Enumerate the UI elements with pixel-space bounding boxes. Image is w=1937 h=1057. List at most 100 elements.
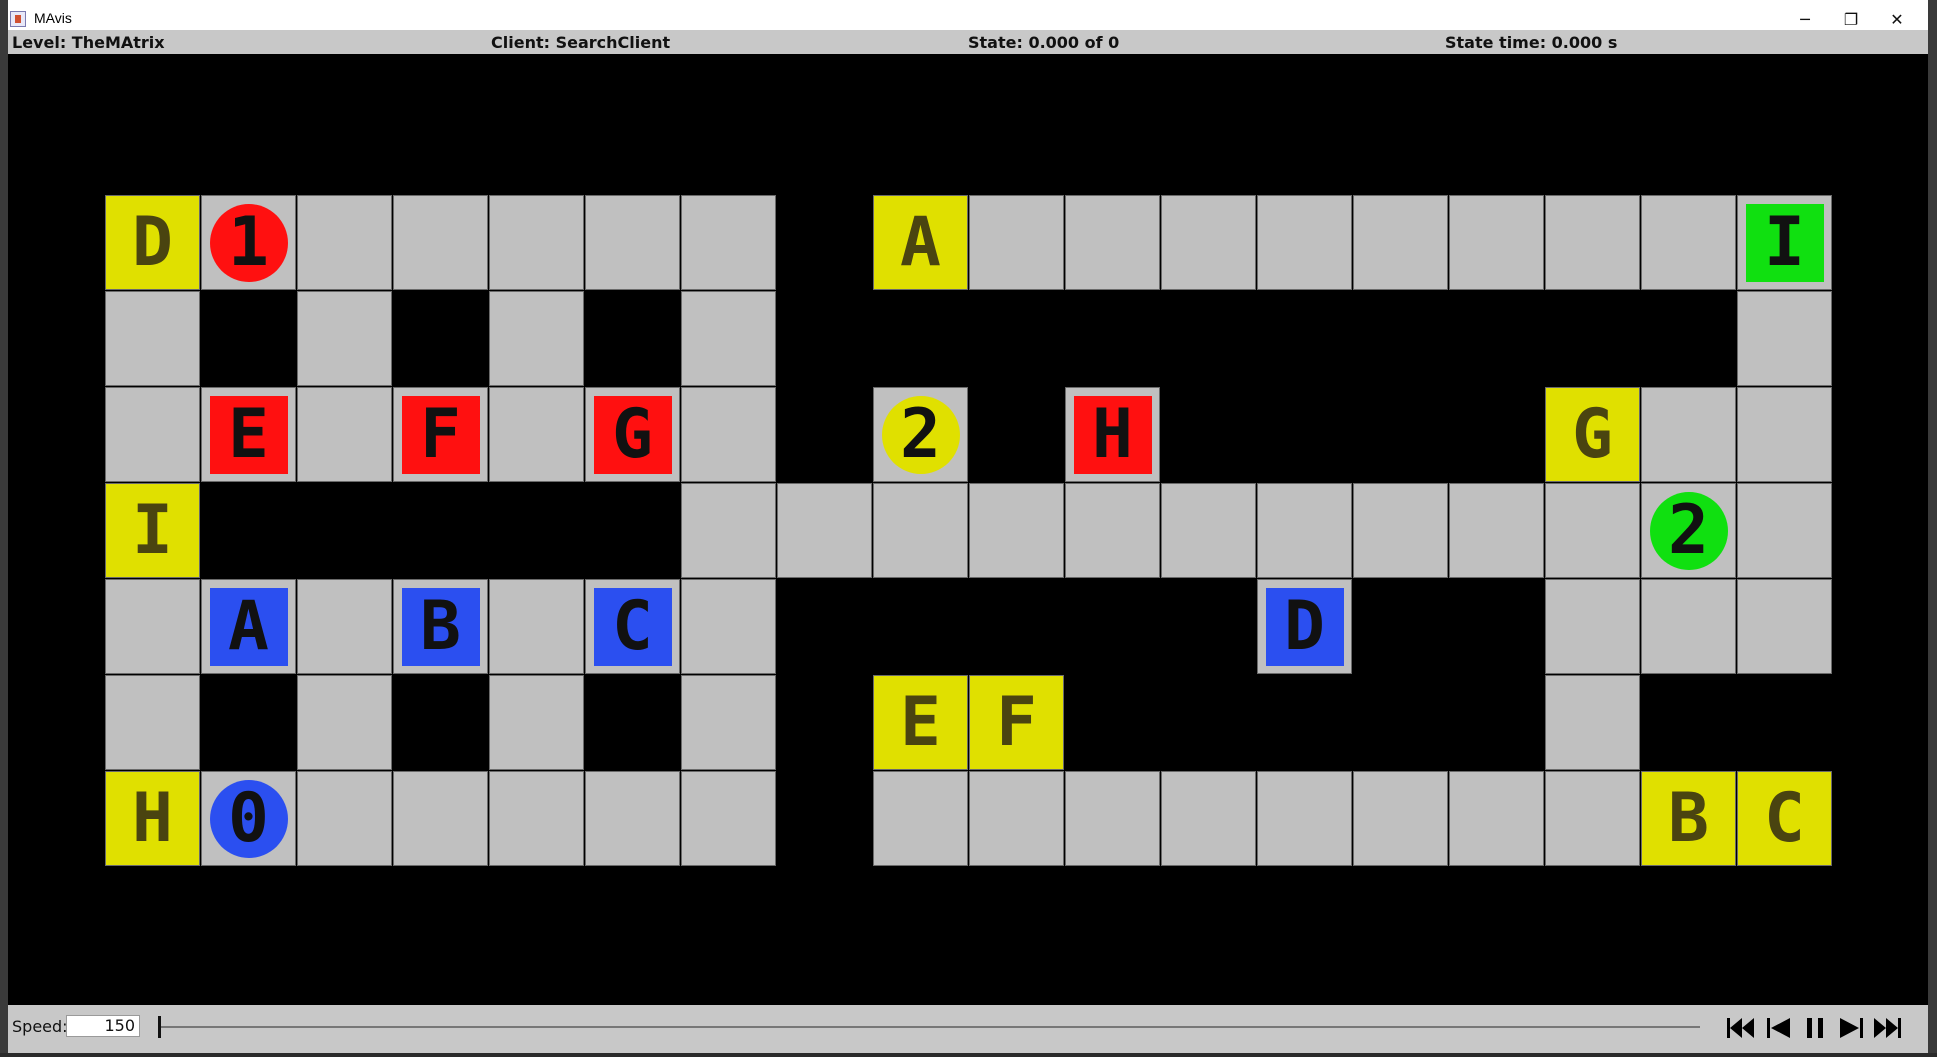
floor-cell xyxy=(1737,387,1832,482)
box-a: A xyxy=(209,587,288,666)
floor-cell xyxy=(1545,675,1640,770)
floor-cell xyxy=(105,387,200,482)
window-title: MAvis xyxy=(34,10,72,26)
skip-to-end-button[interactable] xyxy=(1870,1014,1904,1042)
floor-cell xyxy=(297,387,392,482)
step-back-button[interactable] xyxy=(1762,1014,1796,1042)
goal-cell-b: B xyxy=(1641,771,1736,866)
floor-cell xyxy=(681,675,776,770)
agent-0: 0 xyxy=(209,779,288,858)
floor-cell xyxy=(681,387,776,482)
floor-cell: I xyxy=(1737,195,1832,290)
game-board: D1AIEFG2HGI2ABCDEFH0BC xyxy=(8,55,1928,1005)
floor-cell xyxy=(1545,771,1640,866)
floor-cell xyxy=(297,675,392,770)
floor-cell: 2 xyxy=(1641,483,1736,578)
floor-cell: F xyxy=(393,387,488,482)
floor-cell xyxy=(681,579,776,674)
floor-cell xyxy=(969,771,1064,866)
speed-input[interactable]: 150 xyxy=(66,1015,140,1037)
floor-cell xyxy=(681,771,776,866)
floor-cell: B xyxy=(393,579,488,674)
floor-cell xyxy=(1353,771,1448,866)
goal-cell-a: A xyxy=(873,195,968,290)
box-i: I xyxy=(1745,203,1824,282)
box-b: B xyxy=(401,587,480,666)
box-h: H xyxy=(1073,395,1152,474)
step-forward-icon xyxy=(1840,1018,1863,1038)
floor-cell xyxy=(1161,195,1256,290)
floor-cell: G xyxy=(585,387,680,482)
box-d: D xyxy=(1265,587,1344,666)
floor-cell xyxy=(1065,483,1160,578)
floor-cell xyxy=(489,195,584,290)
box-g: G xyxy=(593,395,672,474)
floor-cell xyxy=(585,195,680,290)
java-app-icon xyxy=(10,11,26,27)
info-bar: Level: TheMAtrix Client: SearchClient St… xyxy=(8,30,1928,54)
goal-cell-d: D xyxy=(105,195,200,290)
floor-cell xyxy=(297,771,392,866)
floor-cell xyxy=(1257,483,1352,578)
step-forward-button[interactable] xyxy=(1834,1014,1868,1042)
timeline-slider-thumb[interactable] xyxy=(158,1016,161,1038)
floor-cell: 1 xyxy=(201,195,296,290)
floor-cell: D xyxy=(1257,579,1352,674)
floor-cell xyxy=(105,579,200,674)
goal-cell-g: G xyxy=(1545,387,1640,482)
floor-cell xyxy=(1257,771,1352,866)
pause-icon xyxy=(1807,1018,1823,1038)
floor-cell xyxy=(489,771,584,866)
floor-cell xyxy=(1641,387,1736,482)
skip-start-icon xyxy=(1727,1018,1754,1038)
speed-label: Speed: xyxy=(12,1017,68,1036)
box-c: C xyxy=(593,587,672,666)
floor-cell xyxy=(1257,195,1352,290)
floor-cell: 0 xyxy=(201,771,296,866)
floor-cell xyxy=(1449,483,1544,578)
client-label: Client: SearchClient xyxy=(491,33,671,52)
floor-cell xyxy=(777,483,872,578)
state-time-label: State time: 0.000 s xyxy=(1445,33,1618,52)
floor-cell xyxy=(681,195,776,290)
floor-cell xyxy=(489,387,584,482)
floor-cell xyxy=(1065,195,1160,290)
floor-cell: A xyxy=(201,579,296,674)
goal-cell-i: I xyxy=(105,483,200,578)
level-label: Level: TheMAtrix xyxy=(12,33,165,52)
skip-end-icon xyxy=(1874,1018,1901,1038)
state-label: State: 0.000 of 0 xyxy=(968,33,1120,52)
floor-cell xyxy=(1161,771,1256,866)
floor-cell xyxy=(681,291,776,386)
floor-cell xyxy=(489,291,584,386)
timeline-slider[interactable] xyxy=(160,1026,1700,1028)
floor-cell xyxy=(1449,771,1544,866)
floor-cell xyxy=(1737,483,1832,578)
floor-cell xyxy=(873,771,968,866)
floor-cell xyxy=(489,675,584,770)
floor-cell xyxy=(681,483,776,578)
pause-button[interactable] xyxy=(1798,1014,1832,1042)
floor-cell xyxy=(1737,579,1832,674)
floor-cell xyxy=(297,291,392,386)
playback-controls: Speed: 150 xyxy=(8,1005,1928,1053)
floor-cell xyxy=(1641,579,1736,674)
floor-cell xyxy=(393,771,488,866)
taskbar-strip xyxy=(0,1053,1937,1057)
goal-cell-c: C xyxy=(1737,771,1832,866)
floor-cell xyxy=(297,195,392,290)
floor-cell xyxy=(1545,483,1640,578)
agent-1: 1 xyxy=(209,203,288,282)
floor-cell xyxy=(489,579,584,674)
box-e: E xyxy=(209,395,288,474)
goal-cell-f: F xyxy=(969,675,1064,770)
floor-cell: H xyxy=(1065,387,1160,482)
floor-cell xyxy=(1449,195,1544,290)
floor-cell xyxy=(1641,195,1736,290)
goal-cell-h: H xyxy=(105,771,200,866)
floor-cell xyxy=(1545,195,1640,290)
agent-2: 2 xyxy=(1649,491,1728,570)
floor-cell xyxy=(105,675,200,770)
floor-cell xyxy=(1353,195,1448,290)
skip-to-start-button[interactable] xyxy=(1724,1014,1758,1042)
